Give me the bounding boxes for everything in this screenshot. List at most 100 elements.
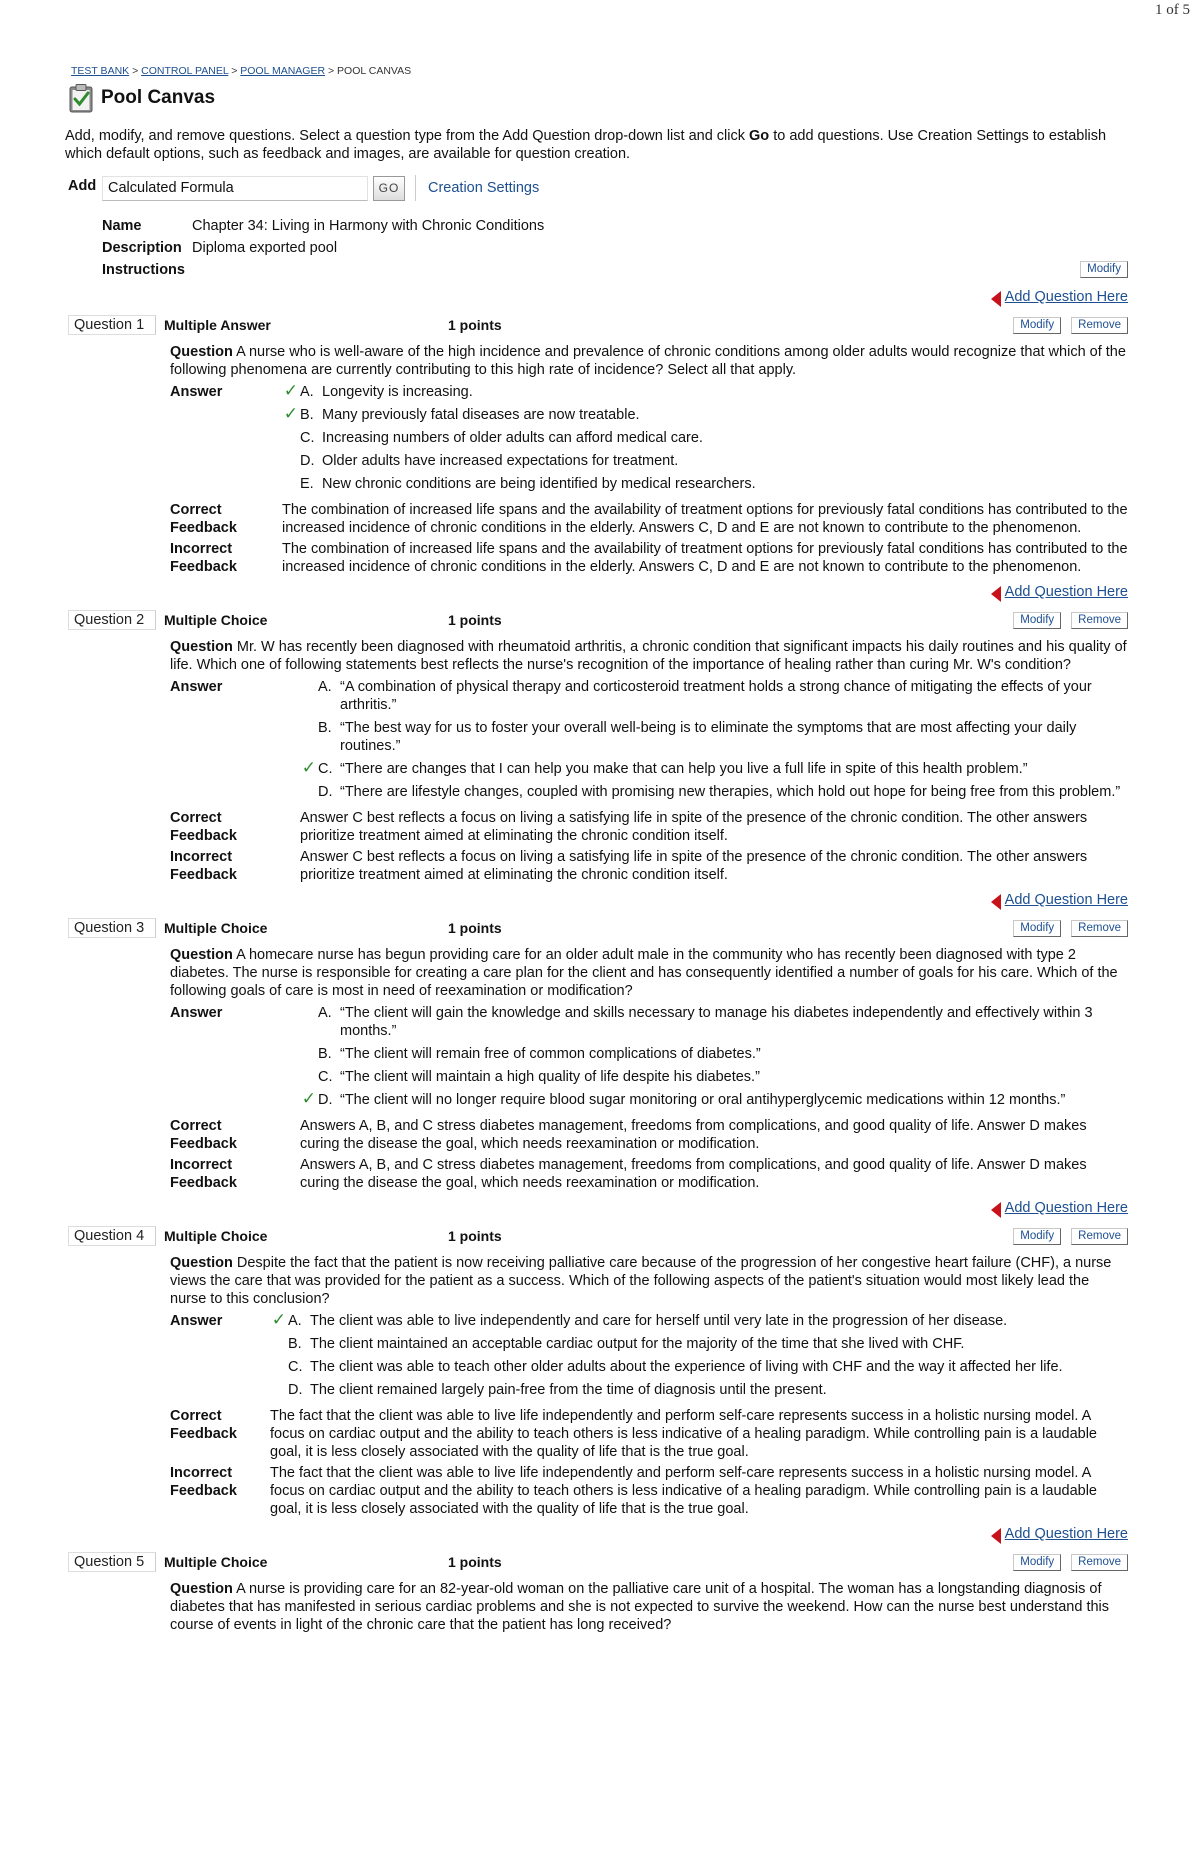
modify-question-button[interactable]: Modify [1013,611,1062,629]
question-points: 1 points [448,317,502,333]
question-body: Question A nurse is providing care for a… [170,1580,1128,1634]
question-stem: A homecare nurse has begun providing car… [170,947,1118,999]
intro-go-word: Go [749,128,770,144]
correct-label: Correct [170,1408,222,1424]
correct-feedback-text: The combination of increased life spans … [282,502,1128,536]
question-body: Question Despite the fact that the patie… [170,1254,1128,1518]
add-question-here-link[interactable]: Add Question Here [1005,584,1128,600]
answer-list: A. “A combination of physical therapy and… [300,678,1128,806]
question-list: Add Question Here Question 1 Multiple Answ… [68,287,1128,1634]
answer-letter: D. [318,1092,333,1108]
question-stem: Despite the fact that the patient is now… [170,1255,1112,1307]
question-body: Question A homecare nurse has begun prov… [170,946,1128,1192]
modify-question-button[interactable]: Modify [1013,1227,1062,1245]
add-question-here-link[interactable]: Add Question Here [1005,289,1128,305]
correct-feedback-text: Answers A, B, and C stress diabetes mana… [300,1118,1087,1152]
checkmark-placeholder [300,1068,318,1086]
question-text: Question A nurse is providing care for a… [170,1580,1128,1634]
add-question-here: Add Question Here [68,582,1128,602]
feedback-label: Feedback [170,520,237,536]
flag-icon [990,586,1001,602]
question-actions: Modify Remove [1013,919,1128,937]
question-type-select[interactable]: Calculated Formula [102,175,368,201]
answer-letter: D. [300,453,315,469]
flag-icon [990,1528,1001,1544]
remove-question-button[interactable]: Remove [1071,1227,1128,1245]
checkmark-icon: ✓ [301,1089,316,1108]
incorrect-label: Incorrect [170,849,233,865]
description-value: Diploma exported pool [192,240,338,256]
add-question-here-link[interactable]: Add Question Here [1005,892,1128,908]
answer-label: Answer [170,1005,223,1021]
breadcrumb-separator: > [231,65,238,77]
modify-pool-button[interactable]: Modify [1080,261,1128,278]
incorrect-label: Incorrect [170,541,233,557]
answer-option: D. The client remained largely pain-free … [270,1381,1128,1399]
answer-option: C. The client was able to teach other old… [270,1358,1128,1376]
breadcrumb-control-panel[interactable]: CONTROL PANEL [141,65,228,77]
answer-text: “A combination of physical therapy and c… [340,679,1092,713]
feedback-label: Feedback [170,867,237,883]
answer-option: ✓ D. “The client will no longer require bl… [300,1089,1128,1109]
answer-letter: C. [318,1069,333,1085]
title-row: Pool Canvas [68,83,1128,113]
answer-label: Answer [170,1313,223,1329]
remove-question-button[interactable]: Remove [1071,611,1128,629]
question-text: Question Despite the fact that the patie… [170,1254,1128,1308]
question-text: Question Mr. W has recently been diagnos… [170,638,1128,674]
checkmark-placeholder [282,452,300,470]
incorrect-feedback-row: Incorrect Feedback The combination of incr… [170,540,1128,576]
flag-icon [990,894,1001,910]
answer-text: The client remained largely pain-free fr… [310,1382,827,1398]
answer-text: Increasing numbers of older adults can a… [322,430,703,446]
page-count: 1 of 5 [1155,2,1190,18]
answer-text: New chronic conditions are being identif… [322,476,756,492]
question-points: 1 points [448,612,502,628]
question-label: Question [170,1581,233,1597]
answer-option: B. “The best way for us to foster your ov… [300,719,1128,755]
breadcrumb-separator: > [327,65,335,77]
answer-option: C. Increasing numbers of older adults can… [282,429,1128,447]
breadcrumb-current: POOL CANVAS [337,65,412,77]
correct-feedback-label: Correct Feedback [170,1117,300,1153]
breadcrumb-test-bank[interactable]: TEST BANK [71,65,129,77]
remove-question-button[interactable]: Remove [1071,919,1128,937]
add-question-here-link[interactable]: Add Question Here [1005,1200,1128,1216]
incorrect-feedback-row: Incorrect Feedback Answer C best reflects … [170,848,1128,884]
correct-label: Correct [170,1118,222,1134]
answer-letter: A. [318,679,332,695]
answer-option: A. “The client will gain the knowledge an… [300,1004,1128,1040]
question-label: Question [170,639,233,655]
incorrect-feedback-text: The combination of increased life spans … [282,541,1128,575]
remove-question-button[interactable]: Remove [1071,316,1128,334]
answer-text: “There are lifestyle changes, coupled wi… [340,784,1121,800]
incorrect-feedback-label: Incorrect Feedback [170,1464,270,1518]
correct-feedback-text: The fact that the client was able to liv… [270,1408,1097,1460]
answer-letter: B. [318,720,332,736]
checkmark-placeholder [282,475,300,493]
answer-list: A. “The client will gain the knowledge an… [300,1004,1128,1114]
question-type: Multiple Choice [164,1228,268,1244]
creation-settings-link[interactable]: Creation Settings [428,180,539,196]
answer-block: Answer ✓ A. The client was able to live ind… [170,1310,1128,1404]
checkmark-icon: ✓ [271,1310,286,1329]
checkmark-placeholder [282,429,300,447]
checkmark-placeholder [300,1045,318,1063]
add-question-here: Add Question Here [68,890,1128,910]
modify-question-button[interactable]: Modify [1013,1553,1062,1571]
modify-question-button[interactable]: Modify [1013,316,1062,334]
checkmark-icon: ✓ [301,758,316,777]
add-question-here-link[interactable]: Add Question Here [1005,1526,1128,1542]
modify-question-button[interactable]: Modify [1013,919,1062,937]
checkmark-placeholder [270,1381,288,1399]
question-label: Question [170,1255,233,1271]
question-label: Question [170,344,233,360]
question-number: Question 5 [68,1552,156,1572]
answer-text: Older adults have increased expectations… [322,453,679,469]
go-button[interactable]: GO [373,175,405,201]
breadcrumb-pool-manager[interactable]: POOL MANAGER [240,65,325,77]
answer-list: ✓ A. Longevity is increasing. ✓ B. Many previ… [282,382,1128,498]
question-type: Multiple Choice [164,1554,268,1570]
remove-question-button[interactable]: Remove [1071,1553,1128,1571]
question-header: Question 3 Multiple Choice 1 points Modify R… [68,918,1128,938]
